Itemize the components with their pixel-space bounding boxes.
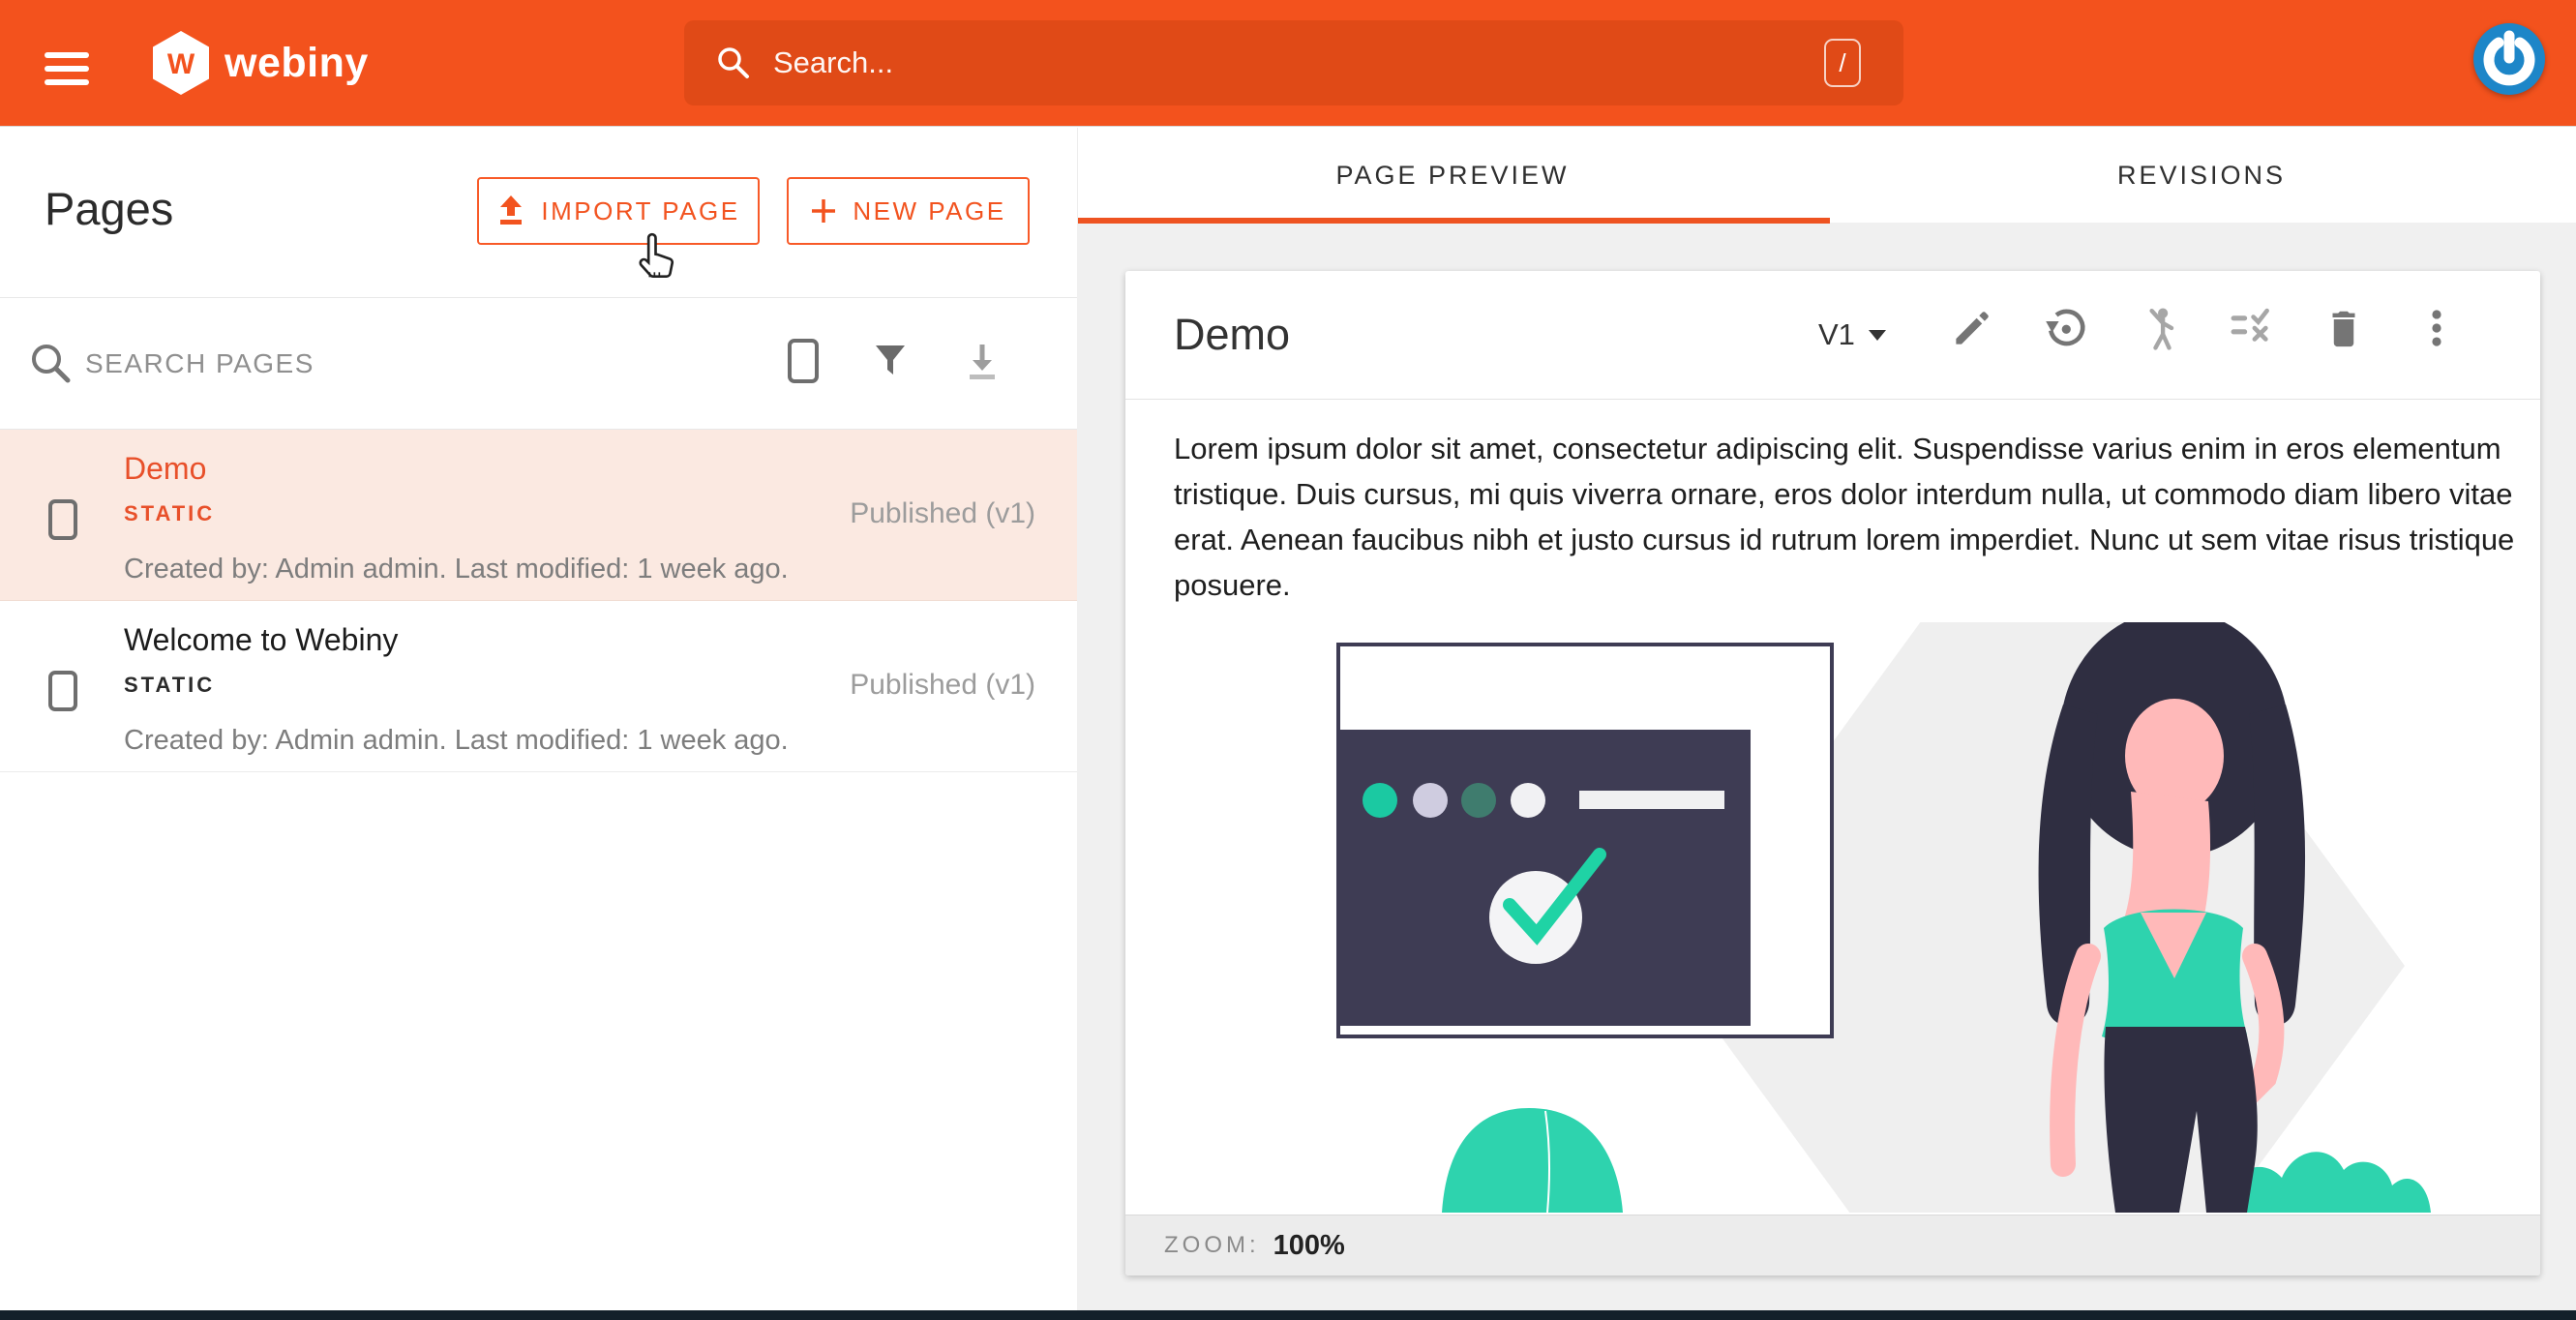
requested-changes-icon xyxy=(2231,308,2269,342)
logo-wordmark: webiny xyxy=(225,39,369,86)
row-checkbox[interactable] xyxy=(48,671,77,711)
pages-list-panel: Pages IMPORT PAGE NEW PAGE SEARCH PAGES … xyxy=(0,128,1077,1310)
delete-icon xyxy=(2332,311,2355,347)
version-label: V1 xyxy=(1818,317,1855,351)
preview-zoom-bar: ZOOM: 100% xyxy=(1125,1215,2540,1275)
slash-shortcut-key: / xyxy=(1839,47,1846,77)
zoom-value[interactable]: 100% xyxy=(1273,1230,1345,1262)
global-search-input[interactable] xyxy=(773,20,1722,105)
row-checkbox[interactable] xyxy=(48,499,77,540)
export-pages-button[interactable] xyxy=(961,341,1003,383)
page-row-type-badge: STATIC xyxy=(124,501,216,525)
page-row-status: Published (v1) xyxy=(850,497,1035,529)
bottom-edge-strip xyxy=(0,1310,2576,1320)
preview-page-title: Demo xyxy=(1174,310,1291,359)
edit-button[interactable] xyxy=(1950,306,1994,350)
chevron-down-icon xyxy=(1868,329,1886,341)
search-icon xyxy=(718,47,749,78)
tab-revisions[interactable]: REVISIONS xyxy=(1827,128,2576,223)
hamburger-menu-icon[interactable] xyxy=(45,52,89,85)
preview-card-header: Demo V1 xyxy=(1125,271,2540,400)
page-row-meta: Created by: Admin admin. Last modified: … xyxy=(124,554,789,585)
details-tabbar: PAGE PREVIEW REVISIONS xyxy=(1077,128,2576,224)
page-row-meta: Created by: Admin admin. Last modified: … xyxy=(124,725,789,756)
import-page-label: IMPORT PAGE xyxy=(541,195,740,225)
page-details-panel: PAGE PREVIEW REVISIONS Demo V1 Lorem ips… xyxy=(1077,128,2576,1310)
pages-search-input[interactable] xyxy=(85,298,704,429)
select-all-checkbox[interactable] xyxy=(788,339,819,383)
page-title: Pages xyxy=(45,183,174,234)
gravatar-power-icon xyxy=(2483,30,2535,86)
new-page-label: NEW PAGE xyxy=(853,195,1006,225)
webiny-logo[interactable]: W webiny xyxy=(153,31,369,95)
global-search[interactable]: / xyxy=(684,20,1903,105)
pages-search-row xyxy=(0,297,1077,430)
page-preview-card: Demo V1 Lorem ipsum dolor sit amet, cons… xyxy=(1125,271,2540,1275)
edit-icon xyxy=(1956,312,1989,345)
kebab-menu-icon xyxy=(2432,310,2441,346)
page-row-status: Published (v1) xyxy=(850,669,1035,701)
webiny-hexagon-icon: W xyxy=(153,31,209,95)
history-icon xyxy=(2046,309,2085,346)
filter-button[interactable] xyxy=(869,341,912,383)
page-list-item-demo[interactable]: Demo STATIC Published (v1) Created by: A… xyxy=(0,430,1077,601)
delete-button[interactable] xyxy=(2321,306,2366,350)
user-avatar[interactable] xyxy=(2473,23,2545,95)
page-content-paragraph: Lorem ipsum dolor sit amet, consectetur … xyxy=(1174,432,2515,602)
mouse-hand-cursor xyxy=(639,232,674,278)
publish-person-icon xyxy=(2149,308,2174,350)
page-list-item-welcome[interactable]: Welcome to Webiny STATIC Published (v1) … xyxy=(0,601,1077,772)
page-row-title[interactable]: Demo xyxy=(124,451,206,487)
more-options-button[interactable] xyxy=(2414,306,2459,350)
tab-page-preview[interactable]: PAGE PREVIEW xyxy=(1078,128,1827,223)
publish-button[interactable] xyxy=(2136,306,2180,350)
app-bar: W webiny / xyxy=(0,0,2576,127)
active-tab-indicator xyxy=(1078,218,1830,224)
search-icon xyxy=(32,345,71,383)
slash-shortcut-badge: / xyxy=(1824,39,1861,87)
new-page-button[interactable]: NEW PAGE xyxy=(787,177,1030,245)
svg-text:W: W xyxy=(167,48,195,80)
zoom-label: ZOOM: xyxy=(1164,1232,1260,1258)
webiny-admin-screen: W webiny / Pages xyxy=(0,0,2576,1320)
import-page-button[interactable]: IMPORT PAGE xyxy=(477,177,760,245)
preview-actions xyxy=(1950,306,2459,350)
upload-icon xyxy=(500,195,523,225)
page-hero-illustration xyxy=(1336,622,2431,1213)
revision-history-button[interactable] xyxy=(2043,306,2087,350)
page-row-title[interactable]: Welcome to Webiny xyxy=(124,622,398,658)
filter-icon xyxy=(876,345,905,375)
export-icon xyxy=(970,345,995,379)
requested-changes-button[interactable] xyxy=(2229,306,2273,350)
version-selector[interactable]: V1 xyxy=(1818,317,1886,352)
page-row-type-badge: STATIC xyxy=(124,673,216,697)
plus-icon xyxy=(812,199,836,223)
